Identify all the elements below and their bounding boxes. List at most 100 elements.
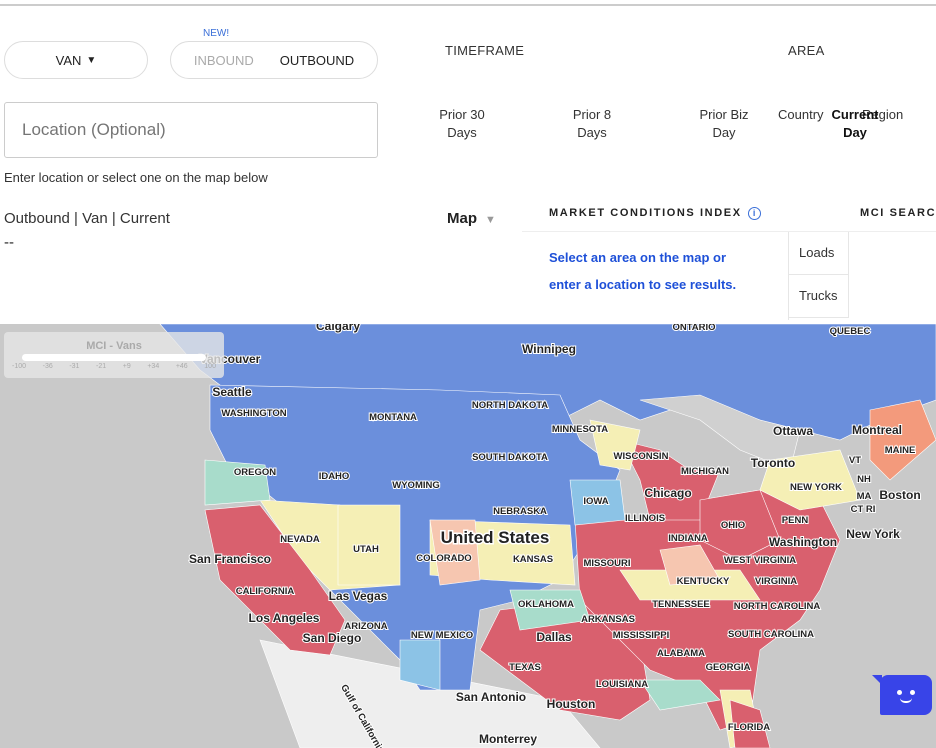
timeframe-prior-biz-day[interactable]: Prior Biz Day xyxy=(692,106,756,142)
map-label: San Diego xyxy=(303,631,362,645)
mci-message: Select an area on the map or enter a loca… xyxy=(549,244,736,298)
legend-tick: -100 xyxy=(12,363,27,370)
row-trucks: Trucks xyxy=(789,275,849,318)
map-label: VT xyxy=(849,455,861,466)
map-label: ARKANSAS xyxy=(581,614,635,625)
map-label: Ottawa xyxy=(773,424,813,438)
timeframe-header: TIMEFRAME xyxy=(445,43,525,58)
timeframe-prior-30-days[interactable]: Prior 30 Days xyxy=(432,106,492,142)
map-label: Chicago xyxy=(644,486,691,500)
area-country[interactable]: Country xyxy=(778,106,824,124)
location-input[interactable] xyxy=(4,102,378,158)
view-label: Map xyxy=(447,210,477,227)
map-label: TENNESSEE xyxy=(652,599,710,610)
map-label: GEORGIA xyxy=(706,662,751,673)
msg-line: Select an area on the map or xyxy=(549,250,727,265)
map-label: San Francisco xyxy=(189,552,271,566)
selection-value: -- xyxy=(4,234,14,251)
map-label: KANSAS xyxy=(513,554,553,565)
map-label: CALIFORNIA xyxy=(236,586,295,597)
map-label: Los Angeles xyxy=(249,611,320,625)
map-label: MONTANA xyxy=(369,412,417,423)
map-label: LOUISIANA xyxy=(596,679,648,690)
mci-search-title: MCI SEARCH xyxy=(860,207,936,219)
tf-line: Day xyxy=(843,125,867,140)
timeframe-prior-8-days[interactable]: Prior 8 Days xyxy=(562,106,622,142)
map-label: MISSISSIPPI xyxy=(613,630,670,641)
map-label: MISSOURI xyxy=(584,558,631,569)
map-label: MINNESOTA xyxy=(552,424,608,435)
map-label: Toronto xyxy=(751,456,795,470)
equipment-label: VAN xyxy=(55,52,82,68)
tf-line: Days xyxy=(577,125,607,140)
legend-tick: 100 xyxy=(204,363,216,370)
area-header: AREA xyxy=(788,43,825,58)
map-label: Houston xyxy=(547,697,596,711)
map-label: ONTARIO xyxy=(672,324,715,333)
mci-table: Loads Trucks xyxy=(788,232,936,320)
map-label: KENTUCKY xyxy=(677,576,730,587)
map-label: TEXAS xyxy=(509,662,541,673)
map-label: WYOMING xyxy=(392,480,440,491)
new-badge: NEW! xyxy=(203,28,230,39)
mci-map[interactable]: Calgary ONTARIO QUEBECWinnipegVancouverSea… xyxy=(0,324,936,748)
map-label: OHIO xyxy=(721,520,745,531)
mci-title-text: MARKET CONDITIONS INDEX xyxy=(549,207,742,219)
map-label: NEBRASKA xyxy=(493,506,547,517)
legend-tick: +34 xyxy=(147,363,160,370)
map-label: United States xyxy=(441,528,550,547)
map-label: CT RI xyxy=(851,504,876,515)
map-label: NEVADA xyxy=(280,534,320,545)
map-label: Boston xyxy=(879,488,920,502)
selection-summary: Outbound | Van | Current xyxy=(4,210,170,227)
map-label: UTAH xyxy=(353,544,379,555)
map-label: Dallas xyxy=(536,630,572,644)
map-label: Seattle xyxy=(212,385,252,399)
map-label: IOWA xyxy=(583,496,608,507)
tf-line: Current xyxy=(831,107,879,122)
map-label: MICHIGAN xyxy=(681,466,729,477)
row-loads: Loads xyxy=(789,232,849,275)
mci-title: MARKET CONDITIONS INDEX i xyxy=(549,207,761,220)
tf-line: Prior 8 xyxy=(572,107,612,122)
map-legend: MCI - Vans -100 -36 -31 -21 +9 +34 +46 100 xyxy=(4,332,224,378)
map-label: IDAHO xyxy=(319,471,350,482)
map-label: New York xyxy=(846,527,900,541)
map-label: SOUTH DAKOTA xyxy=(472,452,548,463)
view-dropdown[interactable]: Map ▼ xyxy=(447,210,496,227)
top-divider xyxy=(0,4,936,6)
map-label: Las Vegas xyxy=(329,589,388,603)
chat-bot-button[interactable] xyxy=(872,675,932,715)
equipment-dropdown[interactable]: VAN ▼ xyxy=(4,41,148,79)
map-label: OREGON xyxy=(234,467,276,478)
map-label: VIRGINIA xyxy=(755,576,797,587)
map-label: WISCONSIN xyxy=(614,451,669,462)
legend-tick: -21 xyxy=(96,363,107,370)
map-label: MAINE xyxy=(885,445,916,456)
msg-line: enter a location to see results. xyxy=(549,277,737,292)
map-label: NORTH CAROLINA xyxy=(734,601,821,612)
outbound-option[interactable]: OUTBOUND xyxy=(280,53,354,68)
map-label: WEST VIRGINIA xyxy=(724,555,796,566)
map-label: MA xyxy=(857,491,872,502)
map-label: SOUTH CAROLINA xyxy=(728,629,814,640)
map-label: PENN xyxy=(782,515,809,526)
map-label: QUEBEC xyxy=(830,326,871,337)
map-label: Washington xyxy=(769,535,837,549)
map-label: NORTH DAKOTA xyxy=(472,400,548,411)
tf-line: Days xyxy=(447,125,477,140)
info-icon[interactable]: i xyxy=(747,207,761,220)
map-label: ALABAMA xyxy=(657,648,705,659)
legend-title: MCI - Vans xyxy=(86,340,142,352)
map-label: OKLAHOMA xyxy=(518,599,574,610)
location-hint: Enter location or select one on the map … xyxy=(4,170,268,185)
map-label: Calgary xyxy=(316,324,360,333)
inbound-option[interactable]: INBOUND xyxy=(194,53,254,68)
tf-line: Prior 30 xyxy=(439,107,485,122)
map-label: San Antonio xyxy=(456,690,526,704)
map-label: NH xyxy=(857,474,871,485)
map-label: Winnipeg xyxy=(522,342,576,356)
map-label: FLORIDA xyxy=(728,722,770,733)
direction-toggle: INBOUND OUTBOUND xyxy=(170,41,378,79)
timeframe-current-day[interactable]: Current Day xyxy=(824,106,886,142)
